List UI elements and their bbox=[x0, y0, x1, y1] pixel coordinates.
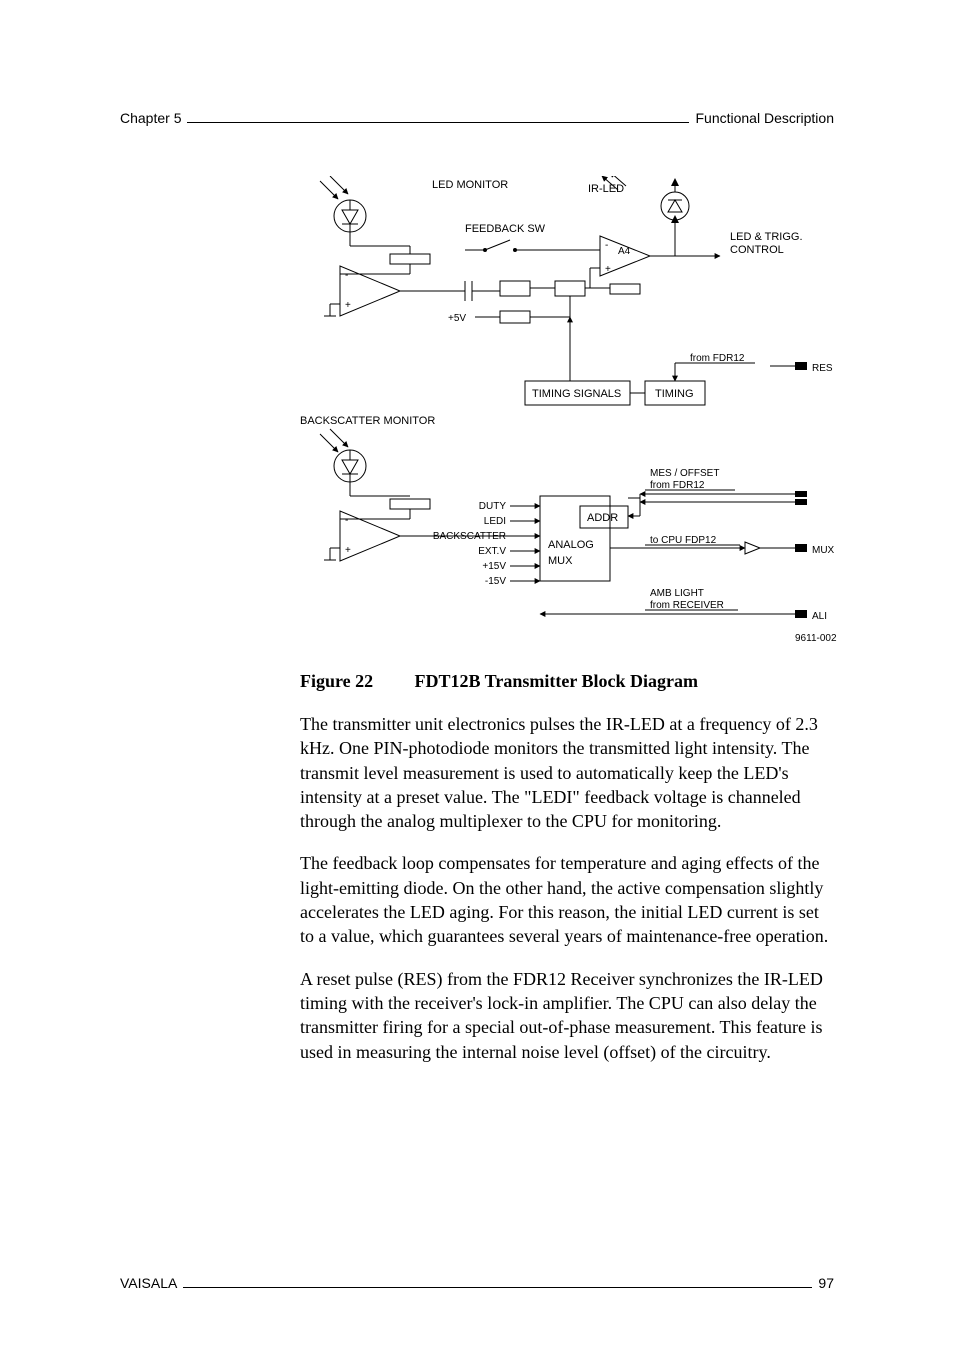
figure-number: Figure 22 bbox=[300, 671, 410, 692]
diagram-svg: LED MONITOR - + bbox=[300, 176, 840, 646]
label-from-fdr12: from FDR12 bbox=[690, 353, 745, 364]
label-ali: ALI bbox=[812, 611, 827, 622]
page-footer: VAISALA 97 bbox=[120, 1275, 834, 1291]
paragraph-1: The transmitter unit electronics pulses … bbox=[300, 712, 834, 833]
label-extv: EXT.V bbox=[478, 546, 506, 557]
label-duty: DUTY bbox=[479, 501, 507, 512]
svg-text:+: + bbox=[605, 264, 611, 275]
svg-text:+: + bbox=[345, 300, 351, 311]
svg-text:-: - bbox=[605, 240, 608, 251]
paragraph-3: A reset pulse (RES) from the FDR12 Recei… bbox=[300, 967, 834, 1064]
label-a4: A4 bbox=[618, 246, 631, 257]
page: Chapter 5 Functional Description LED MON… bbox=[0, 0, 954, 1351]
footer-page-number: 97 bbox=[818, 1275, 834, 1291]
label-from-receiver: from RECEIVER bbox=[650, 600, 724, 611]
label-timing: TIMING bbox=[655, 388, 694, 400]
label-backscatter-monitor: BACKSCATTER MONITOR bbox=[300, 415, 435, 427]
label-timing-signals: TIMING SIGNALS bbox=[532, 388, 621, 400]
label-to-cpu: to CPU FDP12 bbox=[650, 535, 717, 546]
svg-text:-: - bbox=[345, 270, 348, 281]
label-ir-led: IR-LED bbox=[588, 183, 624, 195]
label-from-fdr12-2: from FDR12 bbox=[650, 480, 705, 491]
label-plus5v: +5V bbox=[448, 313, 466, 324]
label-led-trigg-1: LED & TRIGG. bbox=[730, 231, 803, 243]
label-minus15v: -15V bbox=[485, 576, 506, 587]
label-mes-offset: MES / OFFSET bbox=[650, 468, 719, 479]
header-left: Chapter 5 bbox=[120, 110, 181, 126]
label-mux-box: MUX bbox=[548, 555, 573, 567]
label-addr: ADDR bbox=[587, 512, 618, 524]
figure-title: FDT12B Transmitter Block Diagram bbox=[415, 671, 698, 691]
page-header: Chapter 5 Functional Description bbox=[120, 110, 834, 126]
svg-text:-: - bbox=[345, 515, 348, 526]
label-analog: ANALOG bbox=[548, 539, 594, 551]
label-led-trigg-2: CONTROL bbox=[730, 244, 784, 256]
footer-brand: VAISALA bbox=[120, 1275, 177, 1291]
label-feedback-sw: FEEDBACK SW bbox=[465, 223, 546, 235]
label-ledi: LEDI bbox=[484, 516, 506, 527]
paragraph-2: The feedback loop compensates for temper… bbox=[300, 851, 834, 948]
label-mux: MUX bbox=[812, 545, 835, 556]
label-res: RES bbox=[812, 363, 833, 374]
header-rule bbox=[187, 122, 689, 123]
footer-rule bbox=[183, 1287, 812, 1288]
block-diagram: LED MONITOR - + bbox=[300, 176, 834, 651]
label-led-monitor: LED MONITOR bbox=[432, 179, 508, 191]
label-plus15v: +15V bbox=[482, 561, 506, 572]
label-amb-light: AMB LIGHT bbox=[650, 588, 704, 599]
label-drawing-no: 9611-002 bbox=[795, 633, 837, 644]
svg-text:+: + bbox=[345, 545, 351, 556]
header-right: Functional Description bbox=[695, 110, 834, 126]
figure-caption: Figure 22 FDT12B Transmitter Block Diagr… bbox=[300, 671, 834, 692]
